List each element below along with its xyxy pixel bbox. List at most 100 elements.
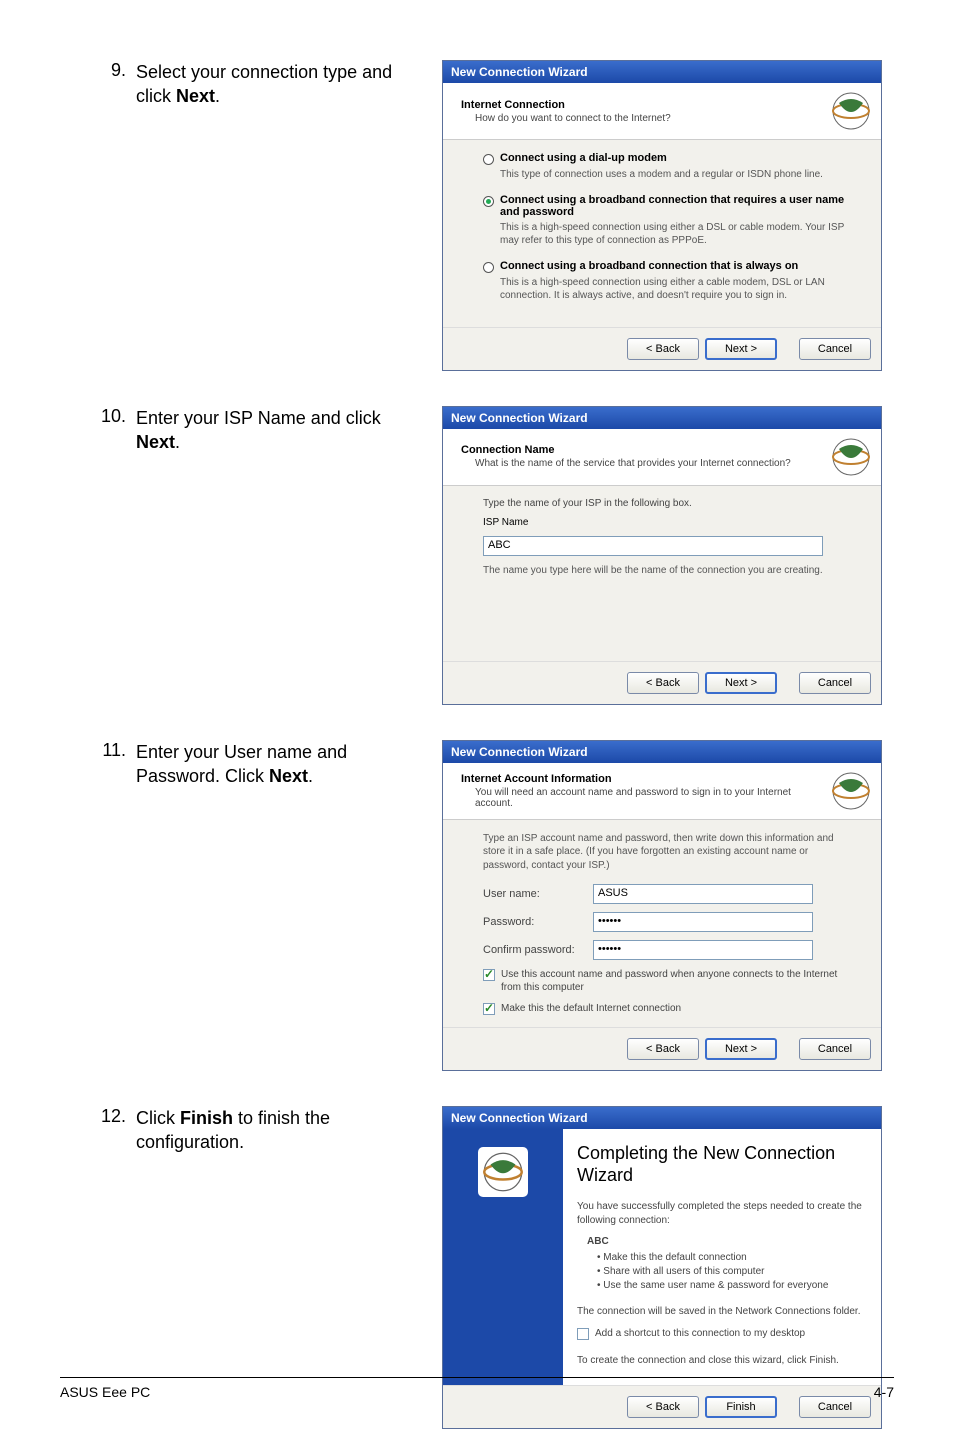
bullet-item: • Use the same user name & password for … (597, 1279, 863, 1293)
checkbox-icon (483, 1003, 495, 1015)
saved-text: The connection will be saved in the Netw… (577, 1305, 863, 1319)
titlebar: New Connection Wizard (443, 61, 881, 83)
opt-title: Connect using a broadband connection tha… (500, 194, 851, 218)
dialog-connection-type: New Connection Wizard Internet Connectio… (442, 60, 882, 371)
wizard-icon (831, 771, 871, 811)
isp-name-label: ISP Name (483, 517, 851, 528)
close-text: To create the connection and close this … (577, 1354, 863, 1368)
username-input[interactable]: ASUS (593, 884, 813, 904)
checkbox-label: Add a shortcut to this connection to my … (595, 1327, 805, 1340)
desc-part-a: Select your connection type and click (136, 62, 392, 106)
header-title: Internet Connection (461, 99, 565, 111)
dialog-header: Connection Name What is the name of the … (443, 429, 881, 486)
desc-part-a: Enter your User name and Password. Click (136, 742, 347, 786)
opt-desc: This is a high-speed connection using ei… (500, 221, 851, 248)
step-number: 10. (100, 406, 126, 455)
wizard-icon (478, 1147, 528, 1197)
dialog-body: Type an ISP account name and password, t… (443, 820, 881, 1028)
step-number: 9. (100, 60, 126, 109)
next-button[interactable]: Next > (705, 672, 777, 694)
intro-text: You have successfully completed the step… (577, 1200, 863, 1227)
opt-title: Connect using a dial-up modem (500, 152, 667, 164)
checkbox-icon (483, 969, 495, 981)
back-button[interactable]: < Back (627, 338, 699, 360)
next-button[interactable]: Next > (705, 338, 777, 360)
conf-row: Confirm password: •••••• (483, 940, 851, 960)
wizard-icon (831, 91, 871, 131)
step-text: 12. Click Finish to finish the configura… (100, 1106, 410, 1155)
desc-part-a: Enter your ISP Name and click (136, 408, 381, 428)
desc-part-c: . (308, 766, 313, 786)
step-number: 11. (100, 740, 126, 789)
titlebar: New Connection Wizard (443, 741, 881, 763)
step-number: 12. (100, 1106, 126, 1155)
dialog-header: Internet Account Information You will ne… (443, 763, 881, 820)
intro-text: Type an ISP account name and password, t… (483, 832, 851, 873)
user-row: User name: ASUS (483, 884, 851, 904)
finish-heading: Completing the New Connection Wizard (577, 1143, 863, 1186)
cancel-button[interactable]: Cancel (799, 1038, 871, 1060)
pass-row: Password: •••••• (483, 912, 851, 932)
radio-icon (483, 196, 494, 207)
dialog-body: Connect using a dial-up modem This type … (443, 140, 881, 327)
password-label: Password: (483, 916, 593, 928)
dialog-connection-name: New Connection Wizard Connection Name Wh… (442, 406, 882, 705)
page-footer: ASUS Eee PC 4-7 (60, 1377, 894, 1400)
password-input[interactable]: •••••• (593, 912, 813, 932)
checkbox-label: Use this account name and password when … (501, 968, 851, 994)
step-11: 11. Enter your User name and Password. C… (100, 740, 894, 1072)
desc-part-c: . (215, 86, 220, 106)
desc-bold: Next (136, 432, 175, 452)
step-text: 10. Enter your ISP Name and click Next. (100, 406, 410, 455)
desc-part-a: Click (136, 1108, 180, 1128)
footer-left: ASUS Eee PC (60, 1384, 150, 1400)
next-button[interactable]: Next > (705, 1038, 777, 1060)
header-subtitle: How do you want to connect to the Intern… (475, 113, 671, 124)
checkbox-icon (577, 1328, 589, 1340)
step-text: 11. Enter your User name and Password. C… (100, 740, 410, 789)
cancel-button[interactable]: Cancel (799, 338, 871, 360)
checkbox-default[interactable]: Make this the default Internet connectio… (483, 1002, 851, 1015)
connection-details: ABC • Make this the default connection •… (597, 1235, 863, 1293)
confirm-password-label: Confirm password: (483, 944, 593, 956)
header-subtitle: You will need an account name and passwo… (475, 787, 831, 809)
option-broadband-pw[interactable]: Connect using a broadband connection tha… (483, 194, 851, 248)
desc-bold: Finish (180, 1108, 233, 1128)
back-button[interactable]: < Back (627, 1038, 699, 1060)
header-title: Connection Name (461, 444, 555, 456)
opt-desc: This type of connection uses a modem and… (500, 168, 851, 182)
footer-right: 4-7 (874, 1384, 894, 1400)
confirm-password-input[interactable]: •••••• (593, 940, 813, 960)
dialog-body: Type the name of your ISP in the followi… (443, 486, 881, 661)
checkbox-label: Make this the default Internet connectio… (501, 1002, 681, 1015)
titlebar: New Connection Wizard (443, 1107, 881, 1129)
sidebar-panel (443, 1129, 563, 1385)
step-text: 9. Select your connection type and click… (100, 60, 410, 109)
step-description: Enter your User name and Password. Click… (136, 740, 410, 789)
button-row: < Back Next > Cancel (443, 1027, 881, 1070)
option-dialup[interactable]: Connect using a dial-up modem This type … (483, 152, 851, 182)
radio-icon (483, 154, 494, 165)
option-broadband-always[interactable]: Connect using a broadband connection tha… (483, 260, 851, 303)
header-subtitle: What is the name of the service that pro… (475, 458, 791, 469)
isp-name-input[interactable]: ABC (483, 536, 823, 556)
note-text: The name you type here will be the name … (483, 564, 851, 578)
step-10: 10. Enter your ISP Name and click Next. … (100, 406, 894, 705)
header-title: Internet Account Information (461, 773, 612, 785)
dialog-account-info: New Connection Wizard Internet Account I… (442, 740, 882, 1072)
username-label: User name: (483, 888, 593, 900)
cancel-button[interactable]: Cancel (799, 672, 871, 694)
wizard-icon (831, 437, 871, 477)
step-description: Click Finish to finish the configuration… (136, 1106, 410, 1155)
back-button[interactable]: < Back (627, 672, 699, 694)
radio-icon (483, 262, 494, 273)
step-description: Select your connection type and click Ne… (136, 60, 410, 109)
connection-name: ABC (587, 1235, 863, 1249)
checkbox-anyone[interactable]: Use this account name and password when … (483, 968, 851, 994)
dialog-body: Completing the New Connection Wizard You… (443, 1129, 881, 1385)
titlebar: New Connection Wizard (443, 407, 881, 429)
bullet-item: • Share with all users of this computer (597, 1265, 863, 1279)
step-9: 9. Select your connection type and click… (100, 60, 894, 371)
button-row: < Back Next > Cancel (443, 327, 881, 370)
checkbox-shortcut[interactable]: Add a shortcut to this connection to my … (577, 1327, 863, 1340)
